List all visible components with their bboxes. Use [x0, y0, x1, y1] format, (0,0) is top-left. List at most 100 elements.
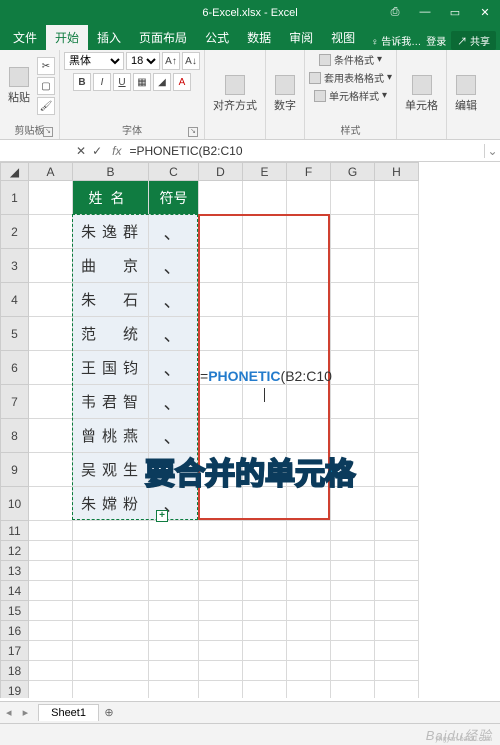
- cell[interactable]: [331, 581, 375, 601]
- col-C[interactable]: C: [149, 163, 199, 181]
- row-17[interactable]: 17: [1, 641, 29, 661]
- cell[interactable]: 、: [149, 385, 199, 419]
- cell[interactable]: [375, 621, 419, 641]
- cell[interactable]: [199, 385, 243, 419]
- conditional-format-button[interactable]: 条件格式 ▾: [319, 52, 382, 67]
- ribbon-options-icon[interactable]: ⎙: [380, 6, 410, 19]
- cell[interactable]: [29, 641, 73, 661]
- cell[interactable]: 范统: [73, 317, 149, 351]
- cell[interactable]: [375, 641, 419, 661]
- cell[interactable]: [331, 385, 375, 419]
- fx-icon[interactable]: fx: [108, 144, 125, 158]
- cell[interactable]: [287, 581, 331, 601]
- cell[interactable]: [331, 419, 375, 453]
- tab-layout[interactable]: 页面布局: [130, 25, 196, 50]
- cell[interactable]: [375, 487, 419, 521]
- cell[interactable]: [287, 283, 331, 317]
- cell[interactable]: [375, 317, 419, 351]
- cell[interactable]: [149, 621, 199, 641]
- cell[interactable]: [331, 561, 375, 581]
- cell[interactable]: [375, 453, 419, 487]
- cell[interactable]: [199, 621, 243, 641]
- cell[interactable]: [29, 453, 73, 487]
- cell[interactable]: [331, 681, 375, 699]
- formula-input[interactable]: =PHONETIC(B2:C10: [125, 144, 484, 158]
- col-A[interactable]: A: [29, 163, 73, 181]
- expand-formula-bar-icon[interactable]: ⌄: [484, 144, 500, 158]
- cell[interactable]: [29, 541, 73, 561]
- row-2[interactable]: 2: [1, 215, 29, 249]
- cell[interactable]: [29, 249, 73, 283]
- cell[interactable]: [375, 581, 419, 601]
- row-10[interactable]: 10: [1, 487, 29, 521]
- italic-button[interactable]: I: [93, 73, 111, 91]
- cell[interactable]: [331, 283, 375, 317]
- cell[interactable]: [287, 385, 331, 419]
- cell[interactable]: [149, 661, 199, 681]
- cell[interactable]: [375, 521, 419, 541]
- cell[interactable]: [199, 681, 243, 699]
- cell[interactable]: 、: [149, 453, 199, 487]
- col-G[interactable]: G: [331, 163, 375, 181]
- cell[interactable]: [331, 249, 375, 283]
- row-9[interactable]: 9: [1, 453, 29, 487]
- shrink-font-icon[interactable]: A↓: [182, 52, 200, 70]
- cell[interactable]: [29, 351, 73, 385]
- cell[interactable]: [243, 215, 287, 249]
- cell[interactable]: 曾桃燕: [73, 419, 149, 453]
- worksheet-area[interactable]: ◢ A B C D E F G H 1姓名符号2朱逸群、3曲京、4朱石、5范统、…: [0, 162, 500, 698]
- cell[interactable]: [243, 317, 287, 351]
- tab-insert[interactable]: 插入: [88, 25, 130, 50]
- tab-file[interactable]: 文件: [4, 25, 46, 50]
- row-3[interactable]: 3: [1, 249, 29, 283]
- cell[interactable]: [287, 561, 331, 581]
- cell[interactable]: 曲京: [73, 249, 149, 283]
- border-button[interactable]: ▦: [133, 73, 151, 91]
- cell[interactable]: [149, 541, 199, 561]
- close-icon[interactable]: ✕: [470, 6, 500, 19]
- row-5[interactable]: 5: [1, 317, 29, 351]
- cell[interactable]: [73, 581, 149, 601]
- cell[interactable]: [331, 317, 375, 351]
- maximize-icon[interactable]: ▭: [440, 6, 470, 19]
- cell[interactable]: [375, 601, 419, 621]
- cell[interactable]: [29, 385, 73, 419]
- cell[interactable]: [331, 521, 375, 541]
- sheet-nav[interactable]: ◂ ▸: [0, 706, 38, 719]
- cell[interactable]: [199, 317, 243, 351]
- cell[interactable]: [287, 351, 331, 385]
- cell[interactable]: 、: [149, 317, 199, 351]
- cell[interactable]: [243, 521, 287, 541]
- cell[interactable]: [243, 581, 287, 601]
- cell[interactable]: [199, 249, 243, 283]
- row-14[interactable]: 14: [1, 581, 29, 601]
- row-7[interactable]: 7: [1, 385, 29, 419]
- cell[interactable]: [29, 561, 73, 581]
- cell[interactable]: [199, 215, 243, 249]
- row-4[interactable]: 4: [1, 283, 29, 317]
- col-H[interactable]: H: [375, 163, 419, 181]
- cell[interactable]: [149, 601, 199, 621]
- cell[interactable]: [29, 181, 73, 215]
- cell[interactable]: 韦君智: [73, 385, 149, 419]
- cell[interactable]: [243, 385, 287, 419]
- alignment-button[interactable]: 对齐方式: [209, 73, 261, 115]
- row-19[interactable]: 19: [1, 681, 29, 699]
- cell[interactable]: [287, 419, 331, 453]
- cell[interactable]: [73, 561, 149, 581]
- cancel-formula-icon[interactable]: ✕: [76, 144, 86, 158]
- cells-button[interactable]: 单元格: [401, 73, 442, 115]
- number-button[interactable]: 数字: [270, 73, 300, 115]
- bold-button[interactable]: B: [73, 73, 91, 91]
- cell[interactable]: [199, 541, 243, 561]
- cell[interactable]: [287, 601, 331, 621]
- row-1[interactable]: 1: [1, 181, 29, 215]
- tab-formula[interactable]: 公式: [196, 25, 238, 50]
- cell[interactable]: [331, 351, 375, 385]
- clipboard-launcher[interactable]: ↘: [43, 127, 53, 137]
- cell[interactable]: [199, 641, 243, 661]
- cell[interactable]: [243, 541, 287, 561]
- cell[interactable]: [287, 541, 331, 561]
- font-name-select[interactable]: 黑体: [64, 52, 124, 70]
- cell[interactable]: [243, 661, 287, 681]
